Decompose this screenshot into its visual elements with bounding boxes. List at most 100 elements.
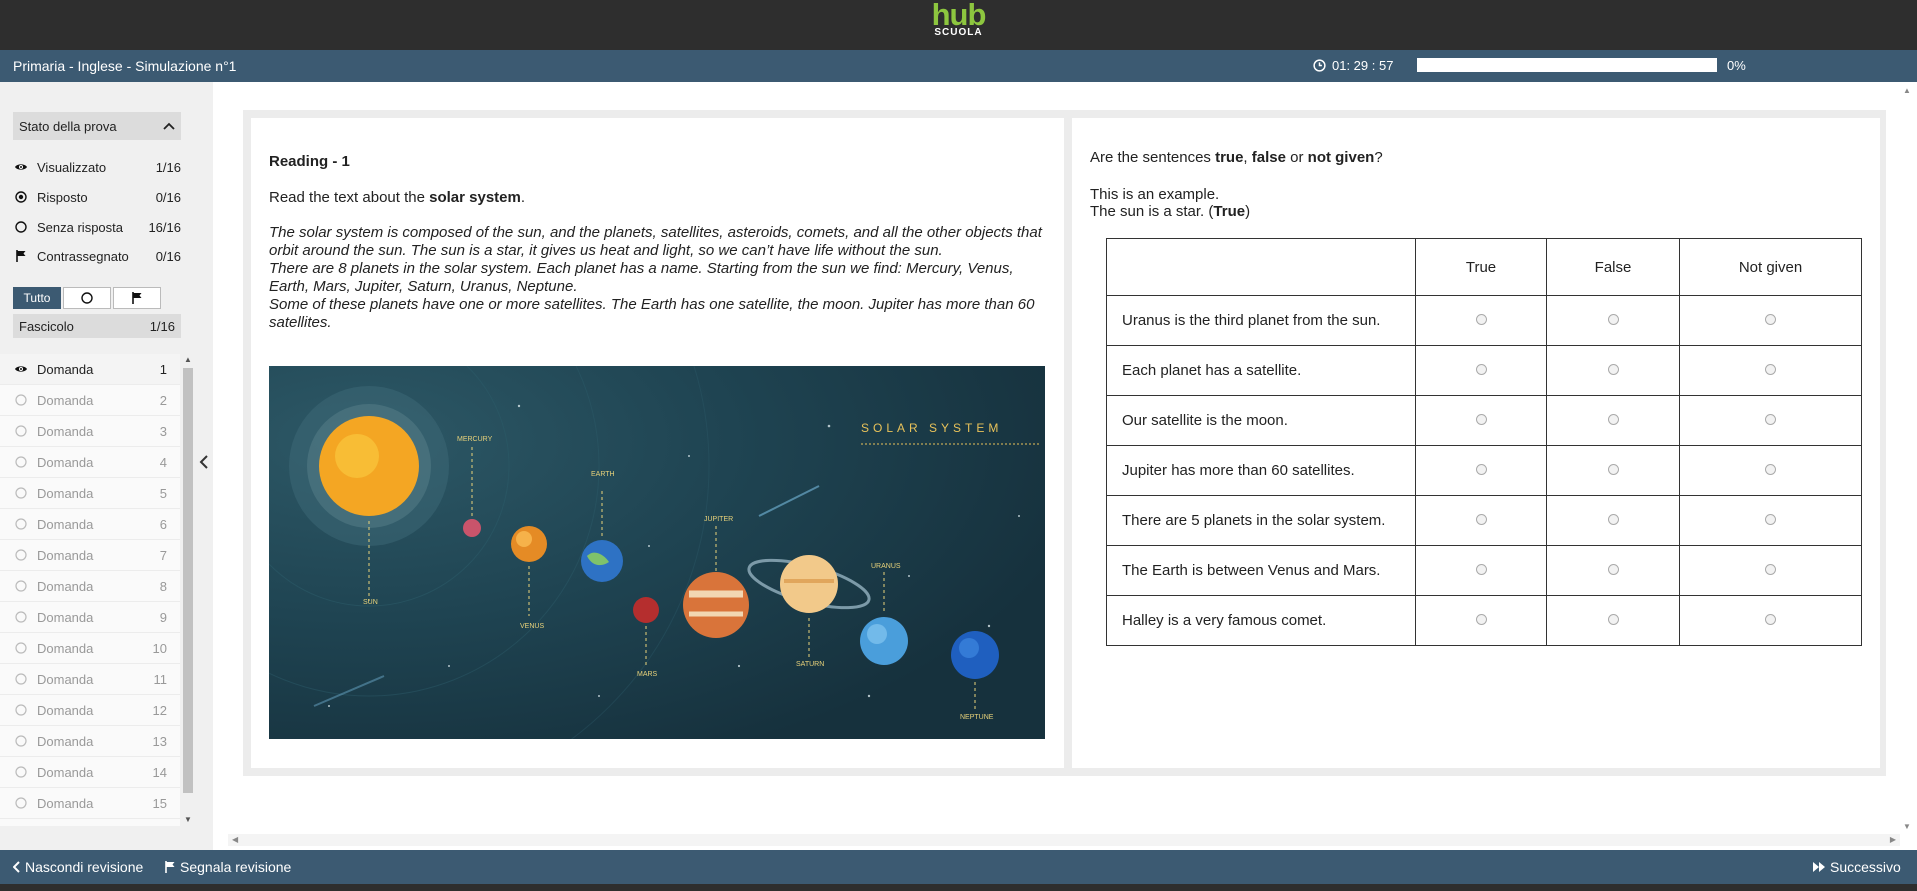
radio-empty-icon: [15, 580, 27, 592]
scroll-left-icon[interactable]: ◀: [232, 834, 238, 846]
question-list-item[interactable]: Domanda 2: [0, 385, 180, 416]
stat-senza-risposta[interactable]: Senza risposta 16/16: [13, 216, 181, 238]
stat-contrassegnato[interactable]: Contrassegnato 0/16: [13, 245, 181, 267]
chevron-left-icon[interactable]: [199, 454, 209, 470]
radio-false[interactable]: [1607, 364, 1619, 375]
scroll-up-icon[interactable]: ▲: [1903, 86, 1911, 95]
radio-empty-icon: [15, 611, 27, 623]
question-list-item[interactable]: Domanda 7: [0, 540, 180, 571]
hide-review-button[interactable]: Nascondi revisione: [13, 859, 143, 875]
instr-false: false: [1251, 149, 1286, 166]
progress-bar: [1417, 58, 1717, 72]
question-list-item[interactable]: Domanda 15: [0, 788, 180, 819]
scrollbar-thumb[interactable]: [183, 368, 193, 793]
reading-passage: The solar system is composed of the sun,…: [269, 224, 1049, 332]
table-header-empty: [1106, 238, 1416, 296]
radio-not-given[interactable]: [1765, 464, 1776, 475]
statement-text: Each planet has a satellite.: [1106, 345, 1416, 396]
question-list-number: 1: [159, 361, 167, 377]
true-false-table: True False Not given Uranus is the third…: [1106, 238, 1862, 646]
radio-true[interactable]: [1475, 514, 1487, 525]
question-list-item[interactable]: Domanda 13: [0, 726, 180, 757]
passage-paragraph: There are 8 planets in the solar system.…: [269, 260, 1014, 295]
radio-false[interactable]: [1607, 514, 1619, 525]
radio-false[interactable]: [1607, 614, 1619, 625]
radio-not-given[interactable]: [1765, 514, 1776, 525]
next-button[interactable]: Successivo: [1812, 859, 1901, 875]
question-list-item[interactable]: Domanda 1: [0, 354, 180, 385]
radio-true[interactable]: [1475, 364, 1487, 375]
radio-false[interactable]: [1607, 464, 1619, 475]
radio-empty-icon: [15, 735, 27, 747]
chevron-up-icon[interactable]: [163, 122, 175, 130]
example-suffix: ): [1245, 203, 1251, 220]
radio-true[interactable]: [1475, 414, 1487, 425]
question-list-item[interactable]: Domanda 10: [0, 633, 180, 664]
question-list-item[interactable]: Domanda 14: [0, 757, 180, 788]
question-list-scrollbar[interactable]: ▲ ▼: [182, 354, 194, 826]
fascicolo-header[interactable]: Fascicolo 1/16: [13, 314, 181, 338]
table-row: There are 5 planets in the solar system.: [1106, 495, 1862, 546]
question-list-item[interactable]: Domanda16: [0, 819, 180, 826]
radio-false[interactable]: [1607, 414, 1619, 425]
question-list-item[interactable]: Domanda 5: [0, 478, 180, 509]
main-vertical-scrollbar[interactable]: ▲ ▼: [1900, 82, 1917, 834]
radio-empty-icon: [15, 642, 27, 654]
scroll-down-icon[interactable]: ▼: [182, 814, 194, 826]
question-list-number: 2: [159, 392, 167, 408]
statement-text: The Earth is between Venus and Mars.: [1106, 545, 1416, 596]
hub-scuola-logo: hub SCUOLA: [931, 0, 987, 38]
radio-false[interactable]: [1607, 314, 1619, 325]
stat-risposto[interactable]: Risposto 0/16: [13, 186, 181, 208]
radio-true[interactable]: [1475, 464, 1487, 475]
question-list-label: Domanda: [37, 609, 94, 625]
radio-true[interactable]: [1475, 564, 1487, 575]
radio-not-given[interactable]: [1765, 614, 1776, 625]
answer-cell-false: [1546, 545, 1680, 596]
sidebar-horizontal-scrollbar[interactable]: [0, 831, 198, 843]
radio-empty-icon: [15, 704, 27, 716]
stat-count: 0/16: [155, 189, 181, 205]
main-horizontal-scrollbar[interactable]: ◀ ▶: [228, 834, 1900, 846]
table-row: Our satellite is the moon.: [1106, 395, 1862, 446]
flag-review-button[interactable]: Segnala revisione: [165, 859, 291, 875]
radio-true[interactable]: [1475, 314, 1487, 325]
bottom-toolbar: Nascondi revisione Segnala revisione Suc…: [0, 850, 1917, 884]
question-list-label: Domanda: [37, 516, 94, 532]
filter-flagged-button[interactable]: [113, 287, 161, 309]
label-jupiter: JUPITER: [704, 516, 733, 523]
question-list-item[interactable]: Domanda 8: [0, 571, 180, 602]
flag-review-label: Segnala revisione: [180, 859, 292, 875]
statement-text: There are 5 planets in the solar system.: [1106, 495, 1416, 546]
logo-main: hub: [931, 0, 987, 32]
logo-bar: hub SCUOLA: [0, 0, 1917, 50]
intro-text: Read the text about the: [269, 189, 430, 206]
status-section-header[interactable]: Stato della prova: [13, 112, 181, 140]
radio-not-given[interactable]: [1765, 414, 1776, 425]
scroll-down-icon[interactable]: ▼: [1903, 822, 1911, 831]
question-list-item[interactable]: Domanda 3: [0, 416, 180, 447]
radio-not-given[interactable]: [1765, 564, 1776, 575]
question-list-item[interactable]: Domanda 11: [0, 664, 180, 695]
question-list-item[interactable]: Domanda 6: [0, 509, 180, 540]
table-row: Uranus is the third planet from the sun.: [1106, 295, 1862, 346]
question-list-item[interactable]: Domanda 12: [0, 695, 180, 726]
radio-not-given[interactable]: [1765, 314, 1776, 325]
stat-visualizzato[interactable]: Visualizzato 1/16: [13, 156, 181, 178]
radio-empty-icon: [15, 487, 27, 499]
radio-not-given[interactable]: [1765, 364, 1776, 375]
filter-all-button[interactable]: Tutto: [13, 287, 61, 309]
filter-unanswered-button[interactable]: [63, 287, 111, 309]
scroll-right-icon[interactable]: ▶: [1890, 834, 1896, 846]
question-list-item[interactable]: Domanda 4: [0, 447, 180, 478]
radio-empty-icon: [15, 766, 27, 778]
question-list-label: Domanda: [37, 423, 94, 439]
question-list-label: Domanda: [37, 764, 94, 780]
radio-false[interactable]: [1607, 564, 1619, 575]
scroll-up-icon[interactable]: ▲: [182, 354, 194, 366]
answer-cell-true: [1415, 395, 1547, 446]
question-list-item[interactable]: Domanda 9: [0, 602, 180, 633]
flag-icon: [165, 861, 175, 873]
radio-true[interactable]: [1475, 614, 1487, 625]
radio-empty-icon: [15, 456, 27, 468]
